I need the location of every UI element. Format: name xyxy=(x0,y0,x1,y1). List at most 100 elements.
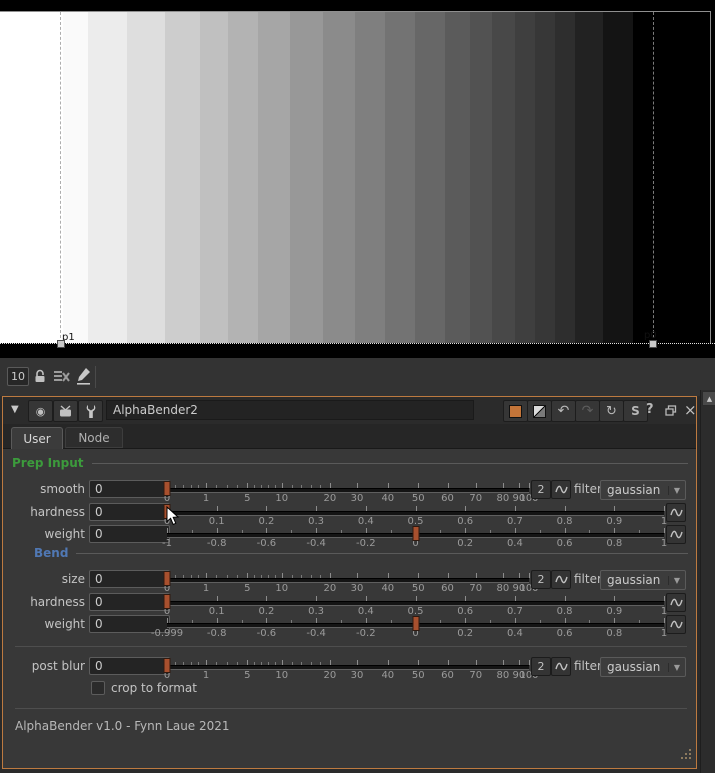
slider-tick xyxy=(503,573,504,578)
hardness-value-input[interactable] xyxy=(89,503,170,521)
slider-handle[interactable] xyxy=(412,616,419,631)
filter-label: filter xyxy=(574,659,602,673)
slider-minor-tick xyxy=(227,485,228,488)
weight-bend-slider[interactable]: -0.999-0.8-0.6-0.4-0.200.20.40.60.81 xyxy=(167,615,664,639)
filter-dropdown[interactable]: gaussian ▼ xyxy=(600,570,686,590)
slider-minor-tick xyxy=(192,530,193,533)
filter-label: filter xyxy=(574,482,602,496)
slider-minor-tick xyxy=(301,575,302,578)
undo-button[interactable]: ↶ xyxy=(551,400,576,422)
node-color-button[interactable] xyxy=(503,400,528,422)
lock-icon[interactable] xyxy=(33,369,48,384)
float-panel-button[interactable] xyxy=(665,405,677,416)
gl-color-button[interactable] xyxy=(527,400,552,422)
manage-knobs-button[interactable] xyxy=(78,400,103,422)
precision-button[interactable]: 2 xyxy=(531,657,551,676)
knob-label: hardness xyxy=(5,505,85,519)
tab-user[interactable]: User xyxy=(11,427,63,449)
weight-value-input[interactable] xyxy=(89,525,170,543)
viewer-socket-button[interactable] xyxy=(53,400,78,422)
slider-tick xyxy=(366,618,367,623)
slider-handle[interactable] xyxy=(164,594,171,609)
tab-node[interactable]: Node xyxy=(65,427,123,448)
curve-button[interactable] xyxy=(666,593,686,612)
size-slider[interactable]: 015102030405060708090100 xyxy=(167,570,529,594)
knob-label: size xyxy=(5,572,85,586)
slider-minor-tick xyxy=(261,485,262,488)
hardness-bend-value-input[interactable] xyxy=(89,593,170,611)
knob-label: post blur xyxy=(5,659,85,673)
help-button[interactable]: ? xyxy=(646,402,654,417)
curve-button[interactable] xyxy=(666,503,686,522)
filter-dropdown[interactable]: gaussian ▼ xyxy=(600,480,686,500)
slider-tick-label: 0.6 xyxy=(557,628,573,639)
slider-tick xyxy=(357,483,358,488)
slider-handle[interactable] xyxy=(164,481,171,496)
close-panel-button[interactable]: × xyxy=(684,401,697,419)
post-blur-value-input[interactable] xyxy=(89,657,170,675)
slider-handle[interactable] xyxy=(412,526,419,541)
center-node-icon: ◉ xyxy=(36,405,46,418)
slider-tick xyxy=(266,528,267,533)
p0-handle[interactable] xyxy=(649,340,657,348)
crop-to-format-checkbox[interactable] xyxy=(91,681,105,695)
slider-minor-tick xyxy=(254,485,255,488)
curve-button[interactable] xyxy=(551,657,571,676)
slider-tick xyxy=(217,618,218,623)
scroll-up-button[interactable]: ▲ xyxy=(702,391,715,406)
curve-button[interactable] xyxy=(666,525,686,544)
curve-button[interactable] xyxy=(551,480,571,499)
slider-minor-tick xyxy=(639,530,640,533)
slider-tick xyxy=(266,596,267,601)
revert-button[interactable]: ↻ xyxy=(599,400,624,422)
collapse-panel-icon[interactable]: ▼ xyxy=(11,404,19,415)
slider-minor-tick xyxy=(391,620,392,623)
slider-tick xyxy=(565,506,566,511)
node-name-field[interactable] xyxy=(106,400,474,420)
resize-grip-icon[interactable] xyxy=(677,749,693,763)
slider-minor-tick xyxy=(291,620,292,623)
script-button[interactable]: S xyxy=(623,400,648,422)
slider-handle[interactable] xyxy=(164,658,171,673)
pencil-icon[interactable] xyxy=(76,367,91,385)
redo-button[interactable]: ↷ xyxy=(575,400,600,422)
slider-minor-tick xyxy=(320,485,321,488)
curve-button[interactable] xyxy=(551,570,571,589)
slider-tick xyxy=(330,483,331,488)
slider-minor-tick xyxy=(268,575,269,578)
section-rule xyxy=(92,463,689,464)
close-all-panels-icon[interactable] xyxy=(54,370,71,383)
gradient-image xyxy=(0,12,715,343)
hardness-bend-slider[interactable]: 00.10.20.30.40.50.60.70.80.91 xyxy=(167,593,664,617)
post-blur-slider[interactable]: 015102030405060708090100 xyxy=(167,657,529,681)
viewer-area[interactable]: p1 p0 xyxy=(0,0,715,358)
slider-minor-tick xyxy=(292,575,293,578)
center-node-button[interactable]: ◉ xyxy=(28,400,53,422)
precision-button[interactable]: 2 xyxy=(531,570,551,589)
vertical-scrollbar[interactable]: ▲ xyxy=(700,390,715,773)
slider-tick xyxy=(247,483,248,488)
slider-minor-tick xyxy=(301,485,302,488)
hardness-slider[interactable]: 00.10.20.30.40.50.60.70.80.91 xyxy=(167,503,664,527)
size-value-input[interactable] xyxy=(89,570,170,588)
smooth-slider[interactable]: 015102030405060708090100 xyxy=(167,480,529,504)
gradient-band xyxy=(63,12,88,343)
filter-dropdown[interactable]: gaussian ▼ xyxy=(600,657,686,677)
curve-button[interactable] xyxy=(666,615,686,634)
max-panels-input[interactable] xyxy=(7,367,29,386)
gradient-band xyxy=(290,12,323,343)
slider-minor-tick xyxy=(540,620,541,623)
gradient-band xyxy=(555,12,575,343)
p1-handle[interactable] xyxy=(57,340,65,348)
slider-minor-tick xyxy=(191,485,192,488)
slider-tick xyxy=(465,506,466,511)
section-bend: Bend xyxy=(34,546,688,560)
curve-icon xyxy=(555,574,568,585)
precision-button[interactable]: 2 xyxy=(531,480,551,499)
properties-toolbar xyxy=(0,358,715,396)
slider-handle[interactable] xyxy=(164,571,171,586)
slider-tick xyxy=(664,506,665,511)
smooth-value-input[interactable] xyxy=(89,480,170,498)
slider-tick xyxy=(418,660,419,665)
slider-minor-tick xyxy=(320,662,321,665)
